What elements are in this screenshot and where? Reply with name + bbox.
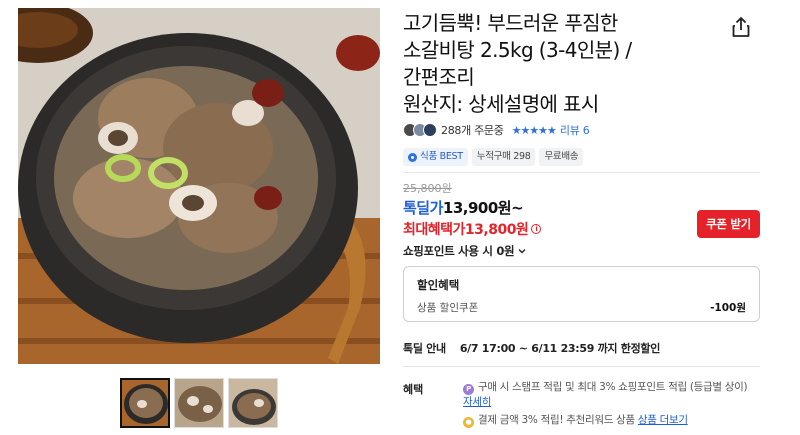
discount-header: 할인혜택: [417, 278, 460, 292]
free-shipping-tag: 무료배송: [539, 148, 584, 166]
tokdeal-info-period: 6/7 17:00 ~ 6/11 23:59 까지 한정할인: [459, 342, 661, 355]
max-benefit-label: 최대혜택가: [403, 222, 465, 238]
discount-row-label: 상품 할인쿠폰: [417, 302, 479, 314]
original-price: 25,800원: [403, 182, 452, 195]
point-icon: P: [463, 384, 474, 395]
info-icon[interactable]: i: [531, 224, 542, 234]
best-badge-label: 식품 BEST: [420, 151, 463, 162]
title-line-2: 소갈비탕 2.5kg (3-4인분) /: [403, 38, 632, 62]
title-line-4: 원산지: 상세설명에 표시: [403, 92, 599, 116]
benefit-stamp-line: P 구매 시 스탬프 적립 및 최대 3% 쇼핑포인트 적립 (등급별 상이) 자…: [463, 380, 753, 410]
benefits-label: 혜택: [403, 383, 424, 396]
buyer-avatars: [403, 123, 437, 137]
title-line-3: 간편조리: [403, 65, 475, 89]
thumbnail-strip: [120, 378, 278, 428]
review-link[interactable]: 리뷰 6: [560, 122, 590, 138]
product-main-image: [18, 8, 380, 364]
discount-benefit-box: 할인혜택 상품 할인쿠폰 -100원: [403, 266, 760, 322]
tokdeal-price-label: 톡딜가: [403, 199, 443, 217]
tokdeal-price: 톡딜가 13,900원~: [403, 197, 524, 218]
max-benefit-value: 13,800원: [464, 222, 529, 238]
review-row: 288개 주문중 ★★★★★ 리뷰 6: [403, 122, 590, 138]
benefit-detail-link[interactable]: 자세히: [463, 396, 491, 408]
benefit-reward-text: 결제 금액 3% 적립! 추천리워드 상품: [478, 414, 635, 426]
shopping-points-text: 쇼핑포인트 사용 시 0원: [403, 244, 515, 258]
benefit-stamp-text: 구매 시 스탬프 적립 및 최대 3% 쇼핑포인트 적립 (등급별 상이): [478, 381, 748, 393]
coin-icon: ●: [463, 417, 474, 428]
max-benefit-price: 최대혜택가 13,800원 i: [403, 219, 542, 239]
tokdeal-info-label: 톡딜 안내: [403, 342, 446, 355]
tokdeal-price-value: 13,900원~: [442, 199, 524, 217]
order-count: 288개 주문중: [441, 124, 504, 137]
benefit-more-link[interactable]: 상품 더보기: [638, 414, 688, 426]
product-tags: 식품 BEST 누적구매 298 무료배송: [403, 148, 584, 166]
rating-stars: ★★★★★: [511, 123, 557, 137]
coupon-button[interactable]: 쿠폰 받기: [697, 210, 760, 238]
title-line-1: 고기듬뿍! 부드러운 푸짐한: [403, 11, 618, 35]
divider: [403, 366, 760, 367]
divider: [403, 172, 760, 173]
share-button[interactable]: [728, 14, 754, 40]
best-badge: 식품 BEST: [403, 148, 468, 166]
shopping-points-toggle[interactable]: 쇼핑포인트 사용 시 0원: [403, 243, 527, 259]
cumulative-purchase-tag: 누적구매 298: [471, 148, 536, 166]
tokdeal-info: 톡딜 안내 6/7 17:00 ~ 6/11 23:59 까지 한정할인: [403, 340, 660, 356]
best-badge-icon: [408, 152, 417, 162]
thumbnail-1[interactable]: [120, 378, 170, 428]
discount-row-value: -100원: [710, 302, 746, 314]
thumbnail-3[interactable]: [228, 378, 278, 428]
share-icon: [732, 17, 750, 37]
thumbnail-2[interactable]: [174, 378, 224, 428]
benefit-reward-line: ● 결제 금액 3% 적립! 추천리워드 상품 상품 더보기: [463, 413, 753, 428]
product-title: 고기듬뿍! 부드러운 푸짐한 소갈비탕 2.5kg (3-4인분) / 간편조리…: [403, 10, 703, 118]
avatar: [423, 123, 437, 137]
chevron-down-icon: [518, 249, 526, 254]
